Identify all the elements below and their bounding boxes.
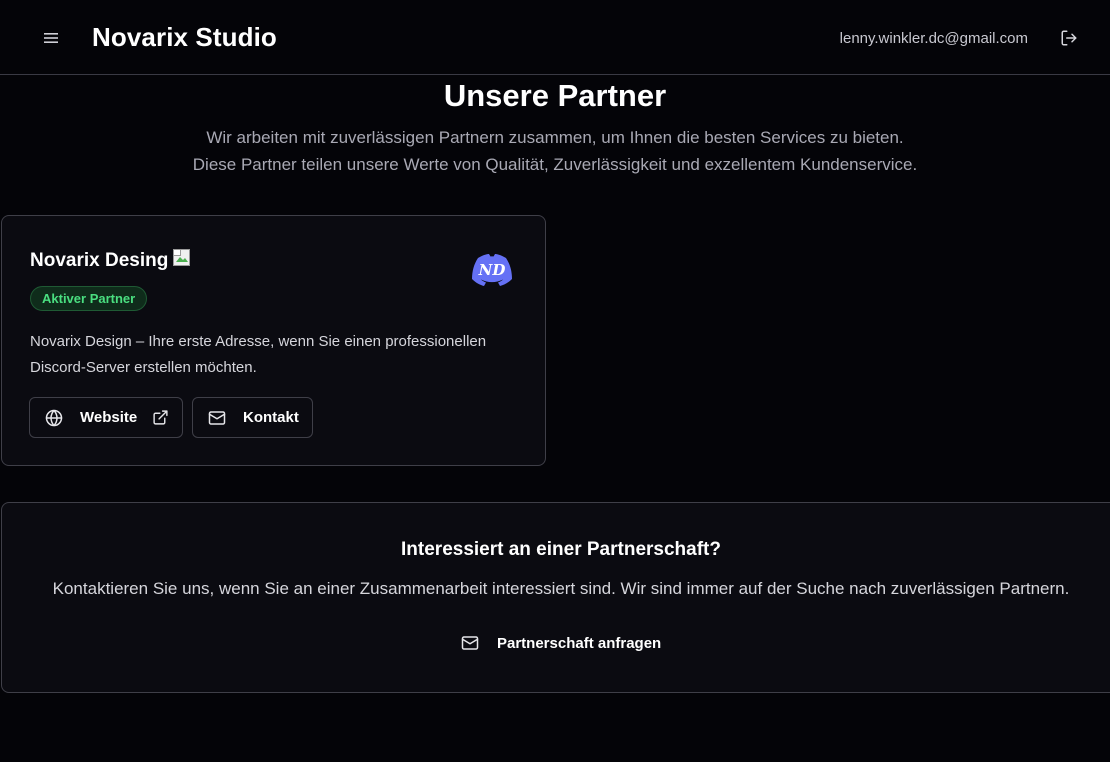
user-email: lenny.winkler.dc@gmail.com [839, 30, 1028, 47]
website-button[interactable]: Website [29, 397, 183, 438]
logout-icon [1061, 30, 1077, 46]
page-title: Unsere Partner [443, 78, 667, 113]
logout-button[interactable] [1058, 28, 1080, 48]
menu-icon [44, 33, 58, 43]
top-header: Novarix Studio lenny.winkler.dc@gmail.co… [0, 0, 1110, 75]
partnership-section: Interessiert an einer Partnerschaft? Kon… [1, 502, 1110, 693]
partners-page: Novarix Studio lenny.winkler.dc@gmail.co… [0, 0, 1110, 762]
globe-icon [44, 408, 64, 428]
external-link-icon [151, 409, 169, 427]
partner-logo: ND [472, 254, 512, 286]
mail-icon [207, 408, 227, 428]
app-title[interactable]: Novarix Studio [92, 22, 277, 53]
request-partnership-button[interactable]: Partnerschaft anfragen [448, 628, 673, 658]
partnership-text: Kontaktieren Sie uns, wenn Sie an einer … [52, 579, 1070, 598]
partner-name: Novarix Desing [30, 250, 169, 271]
partner-logo-text: ND [478, 261, 506, 279]
request-partnership-label: Partnerschaft anfragen [497, 634, 662, 652]
page-subtitle-line1: Wir arbeiten mit zuverlässigen Partnern … [206, 128, 904, 147]
contact-button[interactable]: Kontakt [192, 397, 313, 438]
menu-button[interactable] [40, 28, 62, 48]
page-subtitle-line2: Diese Partner teilen unsere Werte von Qu… [192, 155, 918, 174]
website-button-label: Website [80, 409, 138, 426]
status-badge: Aktiver Partner [30, 286, 148, 311]
partner-description: Novarix Design – Ihre erste Adresse, wen… [30, 333, 487, 376]
partnership-title: Interessiert an einer Partnerschaft? [401, 539, 721, 560]
contact-button-label: Kontakt [243, 409, 299, 426]
broken-image-icon [173, 249, 190, 266]
mail-icon [460, 633, 480, 653]
partner-card: Novarix Desing Aktiver Partner ND Novari… [1, 215, 546, 466]
